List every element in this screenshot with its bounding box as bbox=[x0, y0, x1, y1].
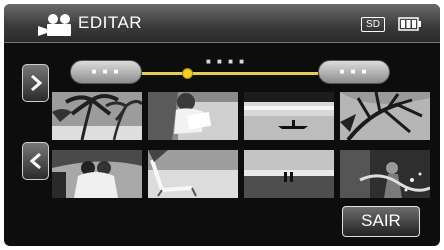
end-point-button[interactable]: ■ ■ ■ bbox=[318, 60, 390, 84]
next-page-button[interactable] bbox=[22, 64, 49, 102]
thumbnail-couple-on-beach-sunset[interactable] bbox=[244, 150, 334, 198]
timeline-marker[interactable] bbox=[182, 68, 193, 79]
previous-page-button[interactable] bbox=[22, 142, 49, 180]
battery-icon bbox=[398, 17, 422, 31]
thumbnail-woman-splashing-water[interactable] bbox=[340, 150, 430, 198]
camera-screen: EDITAR SD ■ ■ ■ ■ ■ ■ ■ ■ ■ ■ SAIR bbox=[4, 4, 440, 246]
timeline-time-label: ■ ■ ■ ■ bbox=[206, 57, 246, 66]
start-point-button[interactable]: ■ ■ ■ bbox=[70, 60, 142, 84]
thumbnail-palm-leaves-sky[interactable] bbox=[340, 92, 430, 140]
thumbnail-person-reading-beach[interactable] bbox=[148, 92, 238, 140]
screen-title: EDITAR bbox=[78, 13, 143, 32]
thumbnail-beach-lounge-chair[interactable] bbox=[148, 150, 238, 198]
chevron-right-icon bbox=[31, 75, 42, 91]
sd-card-badge: SD bbox=[361, 17, 385, 32]
exit-button[interactable]: SAIR bbox=[342, 206, 420, 237]
video-camera-icon bbox=[34, 12, 78, 38]
top-bar: EDITAR SD bbox=[4, 4, 440, 43]
timeline-bar: ■ ■ ■ ■ ■ ■ ■ ■ ■ ■ bbox=[64, 54, 396, 88]
thumbnail-palm-trees-beach[interactable] bbox=[52, 92, 142, 140]
thumbnail-couple-palm-trees[interactable] bbox=[52, 150, 142, 198]
thumbnail-canoe-on-lake[interactable] bbox=[244, 92, 334, 140]
chevron-left-icon bbox=[30, 153, 41, 169]
timeline-track bbox=[142, 72, 318, 75]
